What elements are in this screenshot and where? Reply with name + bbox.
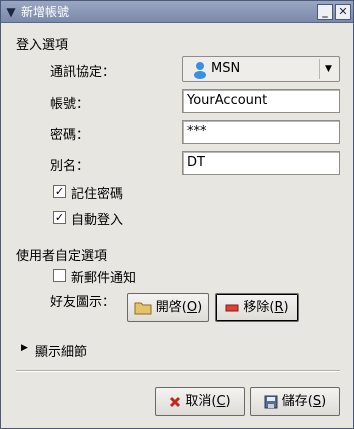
expander-arrow-icon[interactable]: ▶ <box>21 343 28 353</box>
open-icon-button[interactable]: 開啓(O) <box>127 293 209 322</box>
add-account-dialog: ▼ 新增帳號 _ ✕ 登入選項 通訊協定： MSN ▼ 帳號： YourAcco… <box>0 0 354 429</box>
minimize-button[interactable]: _ <box>317 4 333 20</box>
save-button-close: ) <box>321 394 327 409</box>
remove-button-close: ) <box>283 300 289 315</box>
new-mail-label: 新郵件通知 <box>71 271 137 286</box>
folder-icon <box>134 302 152 314</box>
login-options-heading: 登入選項 <box>16 38 69 53</box>
window-title: 新增帳號 <box>21 5 70 19</box>
protocol-label: 通訊協定： <box>50 65 116 80</box>
msn-buddy-icon <box>194 62 206 79</box>
window-menu-icon[interactable]: ▼ <box>3 4 19 20</box>
cancel-button-close: ) <box>225 394 231 409</box>
show-details-expander[interactable]: 顯示細節 <box>35 341 87 360</box>
open-button-text: 開啓( <box>155 300 187 315</box>
password-input[interactable]: *** <box>182 120 340 144</box>
password-label: 密碼： <box>50 128 90 143</box>
remember-password-checkbox[interactable]: ✓ <box>53 185 66 198</box>
protocol-dropdown[interactable]: MSN ▼ <box>182 56 340 82</box>
floppy-disk-icon <box>264 395 278 408</box>
buddy-icon-label: 好友圖示： <box>50 295 116 310</box>
new-mail-checkbox[interactable] <box>53 269 66 282</box>
remove-icon <box>225 304 239 311</box>
alias-label: 別名： <box>50 159 90 174</box>
protocol-value: MSN <box>211 61 241 76</box>
remove-button-text: 移除( <box>243 300 275 315</box>
account-label: 帳號： <box>50 97 90 112</box>
auto-login-checkbox[interactable]: ✓ <box>53 211 66 224</box>
open-button-mnemonic: O <box>186 300 198 315</box>
account-input[interactable]: YourAccount <box>182 89 340 113</box>
cancel-icon <box>170 396 181 407</box>
remove-icon-button[interactable]: 移除(R) <box>215 293 299 322</box>
user-options-heading: 使用者自定選項 <box>16 249 108 264</box>
title-bar: ▼ 新增帳號 _ ✕ <box>1 1 353 23</box>
cancel-button-mnemonic: C <box>216 394 226 409</box>
save-button-mnemonic: S <box>312 394 322 409</box>
remember-password-label: 記住密碼 <box>71 187 124 202</box>
cancel-button-text: 取消( <box>185 394 217 409</box>
separator <box>16 370 340 372</box>
save-button-text: 儲存( <box>281 394 313 409</box>
open-button-close: ) <box>197 300 203 315</box>
close-button[interactable]: ✕ <box>335 4 351 20</box>
cancel-button[interactable]: 取消(C) <box>155 387 245 416</box>
remove-button-mnemonic: R <box>274 300 284 315</box>
save-button[interactable]: 儲存(S) <box>250 387 340 416</box>
alias-input[interactable]: DT <box>182 151 340 175</box>
chevron-down-icon: ▼ <box>319 59 337 79</box>
auto-login-label: 自動登入 <box>71 213 124 228</box>
